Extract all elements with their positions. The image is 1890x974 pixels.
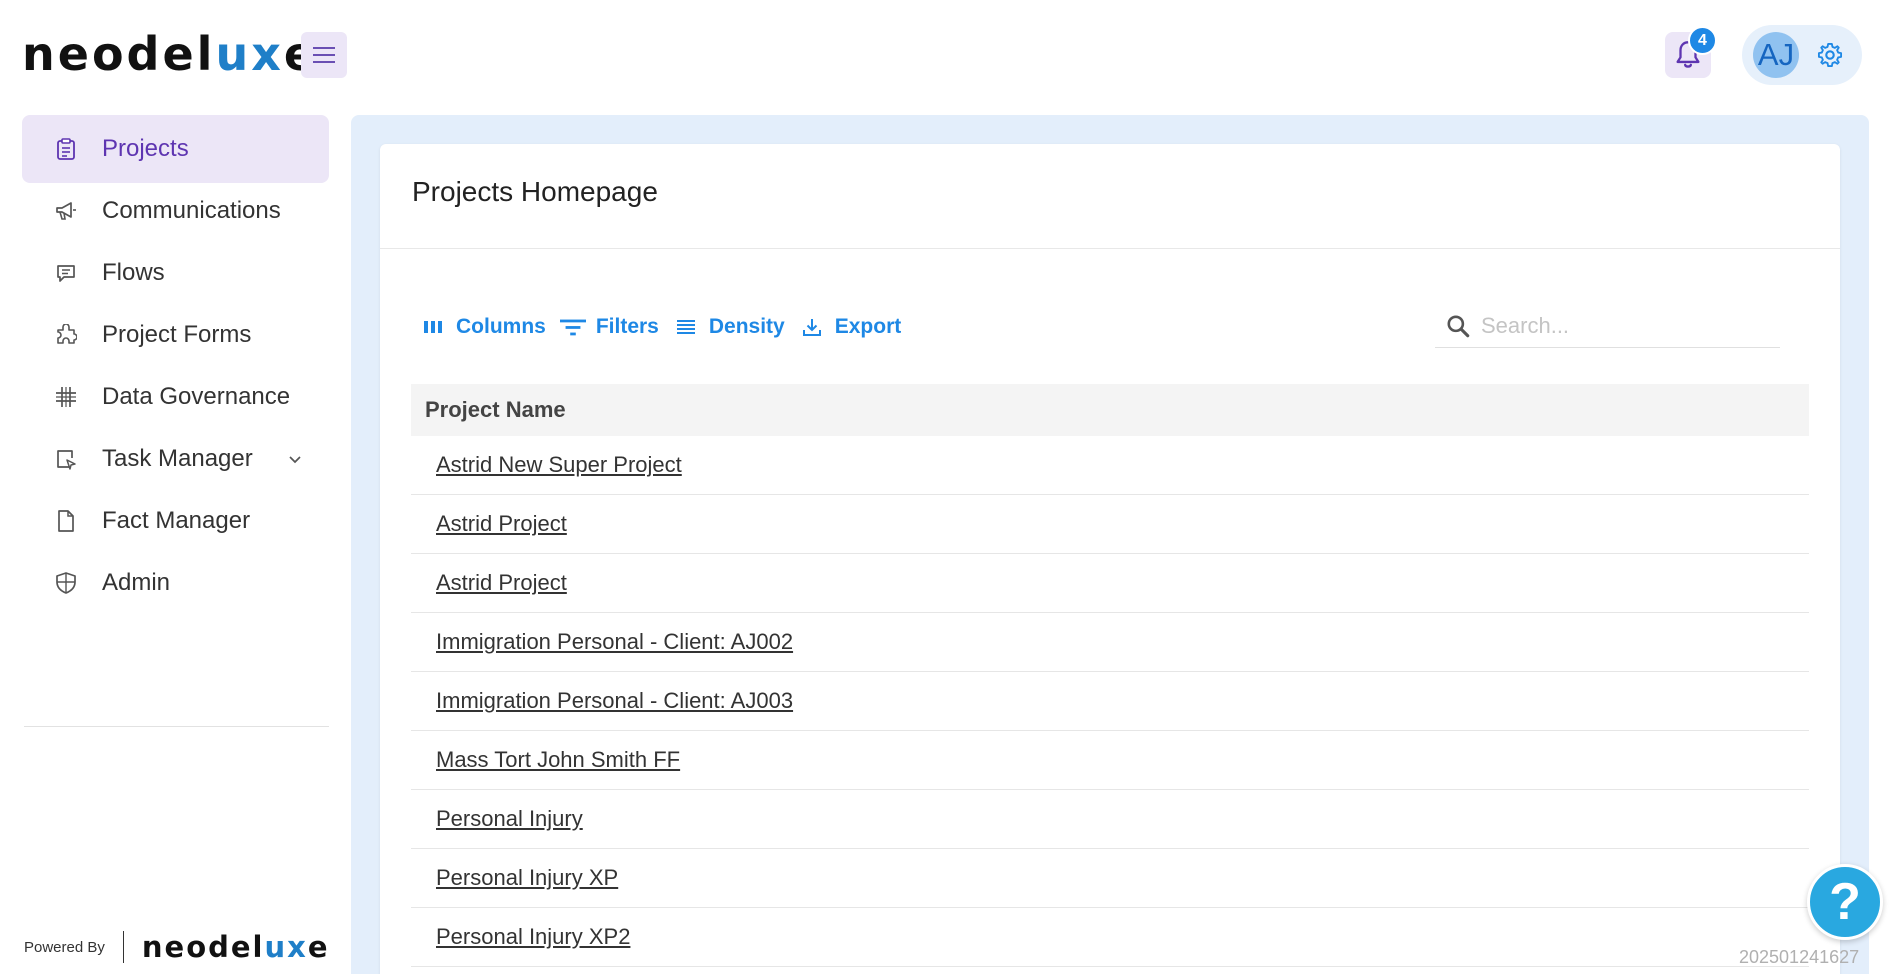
export-button[interactable]: Export [799,314,902,340]
sidebar-item-flows[interactable]: Flows [22,239,329,307]
table-row: Personal Injury XP2 [411,908,1809,967]
search-box [1435,304,1780,348]
settings-button[interactable] [1815,40,1845,70]
powered-by-label: Powered By [24,938,105,956]
projects-card: Projects Homepage Columns Filters Densit… [380,144,1840,974]
megaphone-icon [54,199,78,223]
app-logo: neodeluxe TM [22,27,332,81]
project-link[interactable]: Personal Injury [436,806,583,832]
table-row: Immigration Personal - Client: AJ002 [411,613,1809,672]
filter-icon [559,314,586,340]
grid-icon [54,385,78,409]
columns-icon [420,314,446,340]
sidebar-item-label: Projects [102,135,189,162]
column-header-project-name[interactable]: Project Name [411,384,1809,436]
download-icon [799,314,825,340]
help-button[interactable]: ? [1807,864,1883,940]
table-row: Personal Injury XP [411,849,1809,908]
filters-button[interactable]: Filters [559,314,659,340]
sidebar-item-projects[interactable]: Projects [22,115,329,183]
grid-toolbar: Columns Filters Density Export [420,312,915,342]
hamburger-icon [313,47,335,63]
columns-label: Columns [456,315,546,338]
project-link[interactable]: Immigration Personal - Client: AJ003 [436,688,793,714]
puzzle-icon [54,323,78,347]
project-link[interactable]: Mass Tort John Smith FF [436,747,680,773]
sidebar-item-label: Admin [102,569,171,596]
sidebar-item-label: Fact Manager [102,507,251,534]
card-divider [380,248,1840,249]
density-button[interactable]: Density [673,314,785,340]
sidebar-item-label: Project Forms [102,321,252,348]
avatar[interactable]: AJ [1753,32,1799,78]
table-row: Astrid New Super Project [411,436,1809,495]
table-row: Immigration Personal - Client: AJ003 [411,672,1809,731]
clipboard-icon [54,137,78,161]
logo-text: neodeluxe [22,27,315,81]
table-row: Personal Injury [411,790,1809,849]
menu-toggle-button[interactable] [301,32,347,78]
table-row: Mass Tort John Smith FF [411,731,1809,790]
density-icon [673,314,699,340]
project-link[interactable]: Personal Injury XP2 [436,924,630,950]
project-link[interactable]: Astrid Project [436,570,567,596]
shield-icon [54,571,78,595]
search-icon [1443,311,1473,341]
gear-icon [1817,42,1843,68]
density-label: Density [708,315,785,338]
build-id: 202501241627 [1739,947,1860,967]
powered-by: Powered By neodeluxe [24,930,330,964]
columns-button[interactable]: Columns [420,314,546,340]
table-row: Astrid Project [411,554,1809,613]
project-link[interactable]: Personal Injury XP [436,865,618,891]
document-icon [54,509,78,533]
sidebar-item-fact-manager[interactable]: Fact Manager [22,487,329,555]
project-link[interactable]: Astrid New Super Project [436,452,682,478]
export-label: Export [834,315,902,338]
sidebar-item-data-governance[interactable]: Data Governance [22,363,329,431]
sidebar-item-communications[interactable]: Communications [22,177,329,245]
notification-count-badge: 4 [1688,26,1717,55]
sidebar-divider [24,726,329,727]
search-input[interactable] [1481,312,1761,339]
sidebar-item-label: Flows [102,259,165,286]
chat-icon [54,261,78,285]
sidebar-item-label: Data Governance [102,383,291,410]
chevron-down-icon[interactable] [287,451,303,467]
page-title: Projects Homepage [412,176,658,207]
project-link[interactable]: Astrid Project [436,511,567,537]
table-row: Astrid Project [411,495,1809,554]
sidebar-item-label: Communications [102,197,281,224]
projects-table: Project Name Astrid New Super Project As… [411,384,1809,967]
project-link[interactable]: Immigration Personal - Client: AJ002 [436,629,793,655]
sidebar-item-label: Task Manager [102,445,253,472]
sidebar-item-admin[interactable]: Admin [22,549,329,617]
filters-label: Filters [595,315,659,338]
powered-by-logo: neodeluxe [141,930,330,964]
sidebar-item-task-manager[interactable]: Task Manager [22,425,329,493]
sidebar-item-project-forms[interactable]: Project Forms [22,301,329,369]
powered-by-divider [122,931,124,963]
task-icon [54,447,78,471]
